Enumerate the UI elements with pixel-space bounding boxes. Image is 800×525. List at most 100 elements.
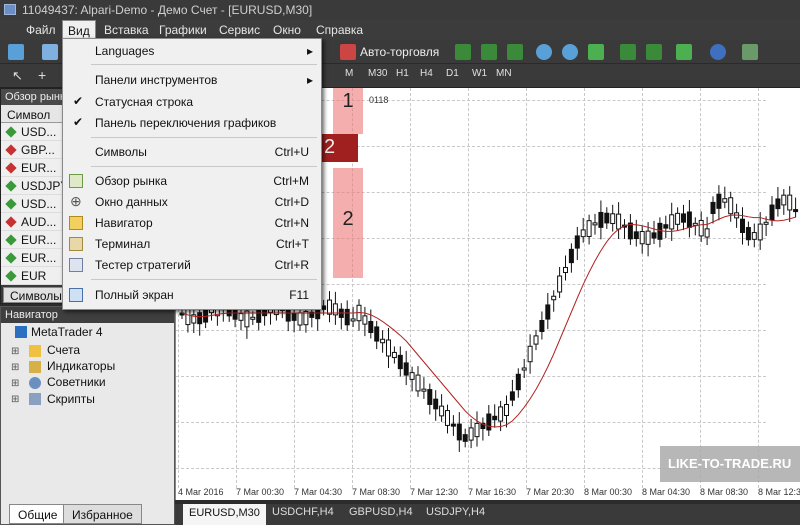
autoscroll-icon[interactable] [646,44,662,60]
indicators-icon[interactable] [676,44,692,60]
candle-body [563,266,568,274]
candle-body [728,197,734,215]
menu-item-status-bar[interactable]: ✔ Статусная строка [63,92,321,113]
expand-icon[interactable]: ⊞ [11,346,19,357]
menu-tools[interactable]: Сервис [219,23,260,37]
candle-body [250,316,256,320]
candlestick-icon[interactable] [481,44,497,60]
nav-root[interactable]: MetaTrader 4 [31,325,103,339]
symbols-tab[interactable]: Символы [3,287,69,303]
candle-body [722,198,728,203]
expand-icon[interactable]: ⊞ [11,378,19,389]
candle-body [568,248,574,264]
candle-body [492,415,498,421]
chart-tabs-bar: EURUSD,M30 USDCHF,H4 GBPUSD,H4 USDJPY,H4 [175,504,800,525]
zoom-in-icon[interactable] [536,44,552,60]
nav-accounts[interactable]: Счета [47,343,80,357]
symbol-name: GBP... [21,143,55,157]
nav-scripts[interactable]: Скрипты [47,392,95,406]
templates-icon[interactable] [742,44,758,60]
tile-windows-icon[interactable] [588,44,604,60]
menu-item-strategy-tester[interactable]: Тестер стратегий Ctrl+R [63,255,321,276]
candle-body [692,222,698,226]
candle-body [557,275,563,293]
zoom-out-icon[interactable] [562,44,578,60]
app-icon [4,4,16,15]
candle-body [238,313,244,321]
new-chart-icon[interactable] [8,44,24,60]
candle-body [291,313,297,321]
tf-w1[interactable]: W1 [472,68,487,79]
menu-help[interactable]: Справка [316,23,363,37]
autotrade-button[interactable]: Авто-торговля [360,45,439,59]
candle-body [515,373,521,391]
x-axis-label: 8 Mar 08:30 [700,487,749,497]
menu-view[interactable]: Вид [62,20,96,40]
cursor-icon[interactable]: ↖ [12,68,23,84]
menu-insert[interactable]: Вставка [104,23,149,37]
bar-chart-icon[interactable] [455,44,471,60]
periods-icon[interactable] [710,44,726,60]
title-bar: 11049437: Alpari-Demo - Демо Счет - [EUR… [0,0,800,20]
menu-item-data-window[interactable]: ⊕ Окно данных Ctrl+D [63,192,321,213]
candle-body [675,212,681,225]
tf-m30-partial[interactable]: M [345,68,353,79]
menu-window[interactable]: Окно [273,23,301,37]
tf-h4[interactable]: H4 [420,68,433,79]
nav-experts[interactable]: Советники [47,375,106,389]
candle-body [610,213,616,225]
menu-item-languages[interactable]: Languages ▸ [63,41,321,62]
chart-tab-usdjpy[interactable]: USDJPY,H4 [426,506,485,518]
chart-shift-icon[interactable] [620,44,636,60]
candle-body [639,231,645,245]
callout-2: 2 [333,168,363,278]
candle-body [604,212,610,224]
chart-tab-gbpusd[interactable]: GBPUSD,H4 [349,506,413,518]
menu-shortcut: Ctrl+D [274,195,309,209]
price-direction-icon [5,252,17,264]
tf-h1[interactable]: H1 [396,68,409,79]
checkmark-icon: ✔ [73,115,84,129]
line-chart-icon[interactable] [507,44,523,60]
tf-mn[interactable]: MN [496,68,512,79]
menu-charts[interactable]: Графики [159,23,207,37]
candle-body [368,320,374,334]
submenu-arrow-icon: ▸ [306,73,313,87]
candle-body [745,227,751,241]
tf-m30[interactable]: M30 [368,68,387,79]
expand-icon[interactable]: ⊞ [11,394,19,405]
candle-body [751,232,757,240]
crosshair-tool-icon[interactable]: + [38,67,46,83]
menu-item-toolbars[interactable]: Панели инструментов ▸ [63,70,321,91]
candle-body [769,204,775,221]
menu-item-terminal[interactable]: Терминал Ctrl+T [63,234,321,255]
expand-icon[interactable]: ⊞ [11,362,19,373]
candle-body [350,318,356,322]
candle-body [403,362,409,376]
candle-body [504,404,509,416]
nav-indicators[interactable]: Индикаторы [47,359,115,373]
menu-item-navigator[interactable]: Навигатор Ctrl+N [63,213,321,234]
x-axis-label: 7 Mar 04:30 [294,487,343,497]
candle-body [627,222,633,240]
menu-item-fullscreen[interactable]: Полный экран F11 [63,285,321,306]
menu-item-label: Статусная строка [95,95,194,109]
menu-file[interactable]: Файл [26,23,56,37]
price-direction-icon [5,144,17,156]
menu-shortcut: F11 [289,288,309,302]
candle-body [710,201,716,214]
candle-body [681,213,686,223]
menu-item-market-watch[interactable]: Обзор рынка Ctrl+M [63,171,321,192]
candle-body [651,232,657,239]
tf-d1[interactable]: D1 [446,68,459,79]
menu-item-chart-bar[interactable]: ✔ Панель переключения графиков [63,113,321,134]
autotrade-icon[interactable] [340,44,356,60]
tab-common[interactable]: Общие [9,504,67,524]
menu-separator [91,64,317,65]
profiles-icon[interactable] [42,44,58,60]
tab-favorites[interactable]: Избранное [63,504,142,524]
chart-tab-eurusd[interactable]: EURUSD,M30 [183,504,266,525]
chart-tab-usdchf[interactable]: USDCHF,H4 [272,506,334,518]
menu-item-symbols[interactable]: Символы Ctrl+U [63,142,321,163]
symbol-name: USD... [21,197,57,211]
